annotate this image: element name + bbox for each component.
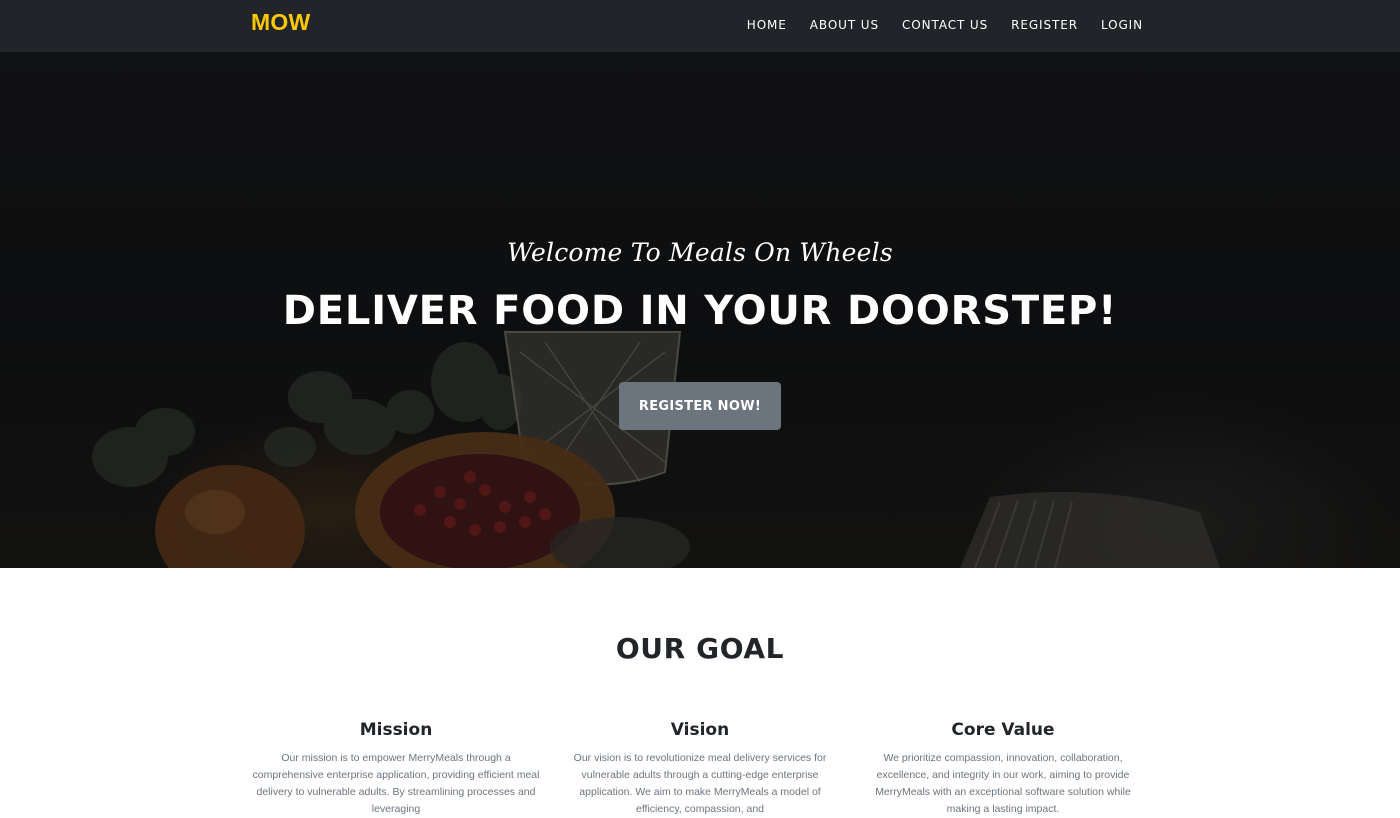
nav-links: HOME ABOUT US CONTACT US REGISTER LOGIN: [747, 18, 1143, 32]
goal-heading: OUR GOAL: [615, 632, 785, 665]
vision-title: Vision: [670, 720, 730, 740]
core-value-text: We prioritize compassion, innovation, co…: [875, 752, 1131, 815]
nav-link-contact-us[interactable]: CONTACT US: [902, 18, 988, 32]
vision-text: Our vision is to revolutionize meal deli…: [573, 752, 827, 815]
hero-section: Welcome To Meals On Wheels DELIVER FOOD …: [0, 52, 1400, 568]
nav-link-register[interactable]: REGISTER: [1011, 18, 1078, 32]
vision-column: Vision Our vision is to revolutionize me…: [555, 720, 845, 818]
nav-link-login[interactable]: LOGIN: [1101, 18, 1143, 32]
nav-link-about-us[interactable]: ABOUT US: [810, 18, 879, 32]
core-value-title: Core Value: [951, 720, 1055, 740]
hero-title: DELIVER FOOD IN YOUR DOORSTEP!: [282, 288, 1118, 334]
brand-logo[interactable]: MOW: [251, 9, 310, 36]
mission-title: Mission: [359, 720, 433, 740]
nav-link-home[interactable]: HOME: [747, 18, 787, 32]
navbar: MOW HOME ABOUT US CONTACT US REGISTER LO…: [0, 0, 1400, 52]
register-now-button[interactable]: REGISTER NOW!: [619, 382, 781, 430]
goal-section: OUR GOAL Mission Our mission is to empow…: [0, 568, 1400, 815]
hero-subtitle: Welcome To Meals On Wheels: [507, 238, 893, 267]
core-value-column: Core Value We prioritize compassion, inn…: [858, 720, 1148, 818]
mission-column: Mission Our mission is to empower MerryM…: [251, 720, 541, 818]
mission-text: Our mission is to empower MerryMeals thr…: [252, 752, 540, 815]
